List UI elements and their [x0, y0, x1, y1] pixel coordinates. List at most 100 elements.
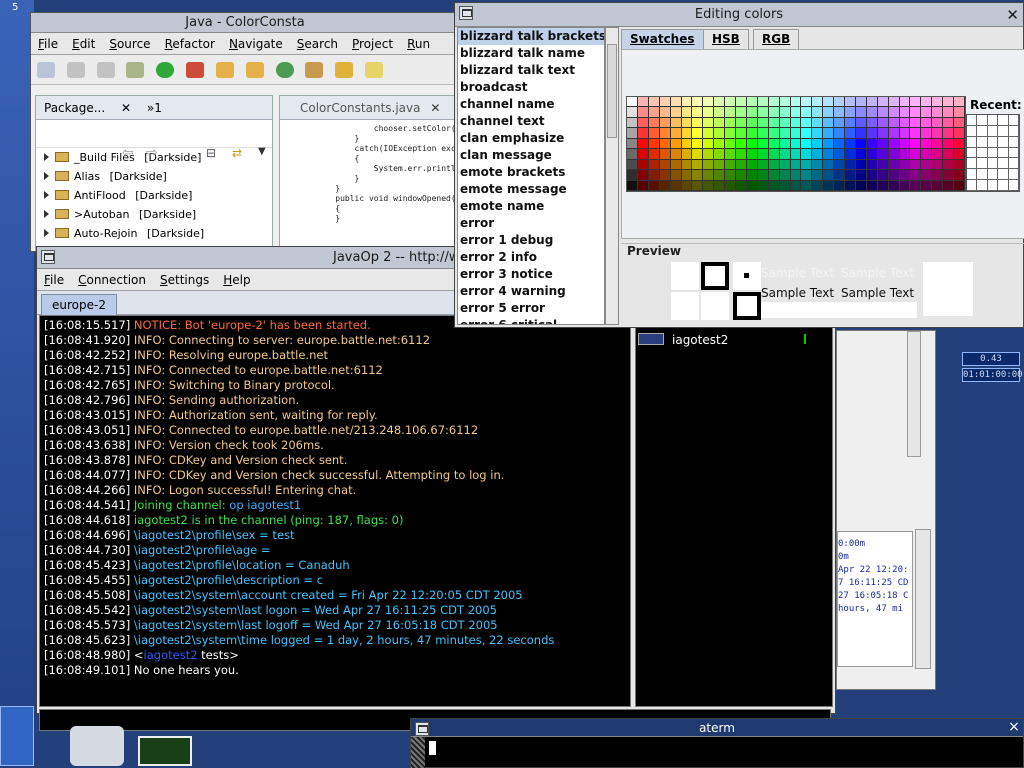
color-swatch[interactable]	[670, 180, 682, 191]
color-swatch[interactable]	[877, 170, 889, 181]
color-swatch[interactable]	[866, 180, 878, 191]
recent-swatch[interactable]	[967, 147, 978, 159]
color-swatch[interactable]	[725, 138, 737, 150]
color-swatch[interactable]	[801, 97, 813, 108]
color-swatch[interactable]	[768, 107, 780, 118]
color-swatch[interactable]	[921, 149, 933, 160]
color-swatch[interactable]	[877, 159, 889, 171]
debug-icon[interactable]	[126, 62, 145, 78]
color-swatch[interactable]	[943, 149, 955, 160]
color-swatch[interactable]	[812, 97, 824, 108]
new-icon[interactable]	[37, 62, 55, 78]
color-swatch[interactable]	[714, 149, 726, 160]
color-swatch[interactable]	[910, 107, 922, 118]
app-icon[interactable]	[70, 726, 124, 766]
color-swatch[interactable]	[954, 149, 965, 160]
tree-item[interactable]: Alias [Darkside]	[36, 167, 272, 186]
color-swatch[interactable]	[692, 97, 704, 108]
color-swatch[interactable]	[627, 149, 638, 160]
color-swatch[interactable]	[768, 128, 780, 139]
color-swatch[interactable]	[736, 138, 747, 150]
user-row[interactable]: iagotest2	[638, 332, 728, 348]
app-icon[interactable]	[138, 736, 192, 766]
color-swatch[interactable]	[648, 117, 660, 129]
color-swatch[interactable]	[932, 107, 944, 118]
color-swatch[interactable]	[932, 159, 944, 171]
recent-swatch[interactable]	[998, 169, 1009, 181]
color-swatch[interactable]	[637, 107, 649, 118]
color-swatch[interactable]	[779, 149, 791, 160]
color-swatch[interactable]	[823, 107, 835, 118]
color-swatch[interactable]	[834, 159, 846, 171]
color-swatch[interactable]	[779, 170, 791, 181]
color-swatch[interactable]	[932, 138, 944, 150]
color-swatch[interactable]	[823, 128, 835, 139]
color-swatch[interactable]	[670, 159, 682, 171]
color-swatch[interactable]	[703, 107, 715, 118]
color-list-item[interactable]: error 1 debug	[458, 232, 604, 249]
recent-swatch[interactable]	[998, 125, 1009, 137]
color-swatch[interactable]	[877, 97, 889, 108]
color-swatch[interactable]	[932, 149, 944, 160]
color-swatch[interactable]	[681, 159, 693, 171]
color-swatch[interactable]	[692, 117, 704, 129]
color-swatch[interactable]	[910, 180, 922, 191]
color-swatch[interactable]	[823, 149, 835, 160]
color-swatch[interactable]	[834, 149, 846, 160]
color-swatch[interactable]	[790, 180, 802, 191]
color-swatch[interactable]	[703, 128, 715, 139]
colors-titlebar[interactable]: Editing colors ✕	[455, 3, 1023, 27]
close-icon[interactable]: ×	[1007, 720, 1021, 734]
color-swatch[interactable]	[921, 97, 933, 108]
color-swatch[interactable]	[866, 170, 878, 181]
expand-icon[interactable]	[44, 229, 49, 237]
color-swatch[interactable]	[877, 138, 889, 150]
color-swatch[interactable]	[932, 170, 944, 181]
color-swatch[interactable]	[637, 138, 649, 150]
color-swatch[interactable]	[670, 107, 682, 118]
color-swatch[interactable]	[757, 180, 769, 191]
color-swatch[interactable]	[692, 159, 704, 171]
color-swatch[interactable]	[725, 149, 737, 160]
color-swatch[interactable]	[932, 117, 944, 129]
scroll-thumb[interactable]	[607, 44, 617, 138]
color-swatch[interactable]	[659, 159, 671, 171]
recent-swatch[interactable]	[1008, 147, 1019, 159]
hierarchy-tab-label[interactable]: »1	[147, 101, 162, 115]
annotation-icon[interactable]	[365, 62, 384, 78]
recent-swatch[interactable]	[967, 125, 978, 137]
color-swatch[interactable]	[888, 138, 900, 150]
recent-swatch[interactable]	[977, 125, 988, 137]
color-swatch[interactable]	[801, 107, 813, 118]
color-swatch[interactable]	[910, 170, 922, 181]
color-swatch[interactable]	[648, 170, 660, 181]
eclipse-titlebar[interactable]: Java - ColorConsta	[31, 13, 459, 33]
recent-swatch[interactable]	[1008, 125, 1019, 137]
menu-settings[interactable]: Settings	[153, 269, 216, 291]
color-swatch[interactable]	[681, 117, 693, 129]
recent-swatch[interactable]	[987, 125, 999, 137]
recent-swatch[interactable]	[998, 147, 1009, 159]
color-swatch[interactable]	[703, 149, 715, 160]
view-menu-icon[interactable]: ▼	[258, 146, 266, 157]
color-swatch[interactable]	[943, 170, 955, 181]
recent-swatch[interactable]	[967, 136, 978, 148]
color-swatch[interactable]	[910, 138, 922, 150]
back-icon[interactable]: ⇦	[122, 145, 134, 161]
forward-icon[interactable]: ⇨	[146, 145, 158, 161]
color-swatch[interactable]	[681, 170, 693, 181]
color-swatch[interactable]	[877, 107, 889, 118]
recent-swatch[interactable]	[977, 115, 988, 126]
color-swatch[interactable]	[637, 117, 649, 129]
color-swatch[interactable]	[888, 128, 900, 139]
swatch-grid[interactable]	[626, 96, 966, 192]
recent-swatch[interactable]	[1008, 115, 1019, 126]
color-swatch[interactable]	[746, 149, 758, 160]
color-list-item[interactable]: blizzard talk name	[458, 45, 604, 62]
color-swatch[interactable]	[943, 107, 955, 118]
color-list-item[interactable]: blizzard talk brackets	[458, 28, 604, 45]
menu-search[interactable]: Search	[290, 33, 345, 55]
color-swatch[interactable]	[714, 107, 726, 118]
color-swatch[interactable]	[823, 117, 835, 129]
color-swatch[interactable]	[845, 180, 856, 191]
